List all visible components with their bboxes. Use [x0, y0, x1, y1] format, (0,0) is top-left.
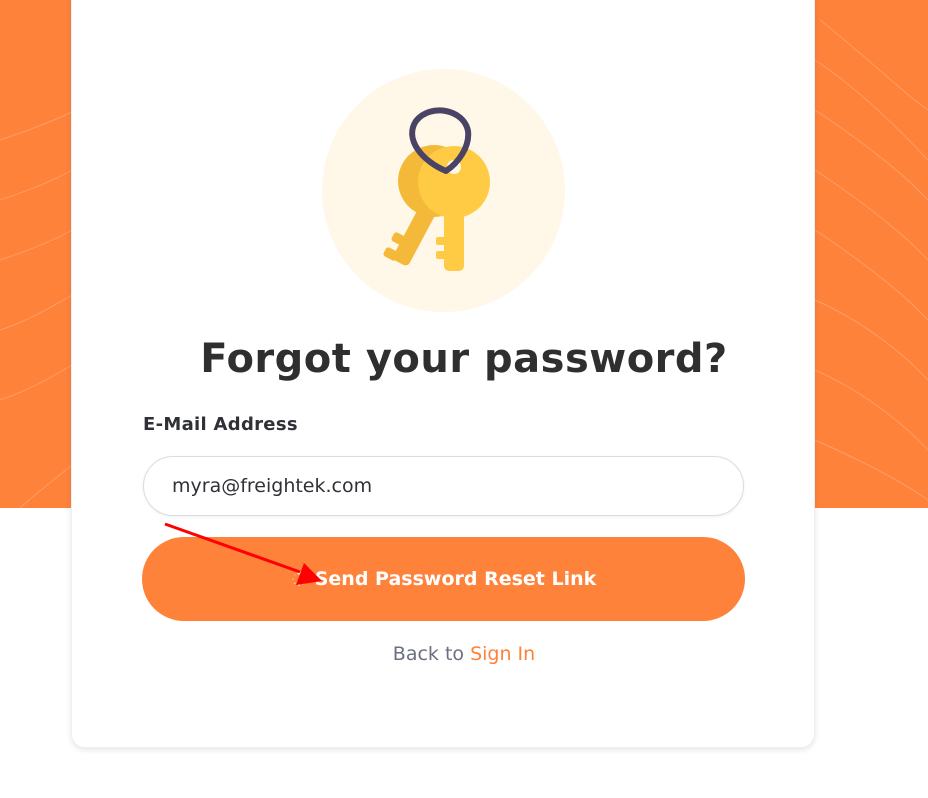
spinner-icon: [291, 571, 307, 587]
submit-button-label: Send Password Reset Link: [314, 568, 597, 590]
email-field[interactable]: [143, 456, 744, 516]
email-label: E-Mail Address: [143, 414, 298, 435]
back-text: Back to: [392, 643, 465, 665]
keys-illustration: [322, 69, 565, 312]
page-title: Forgot your password?: [200, 336, 728, 382]
sign-in-link[interactable]: Sign In: [470, 643, 535, 665]
submit-button[interactable]: Send Password Reset Link: [142, 537, 745, 621]
keys-icon: [383, 107, 490, 271]
back-to-sign-in: Back to Sign In: [0, 643, 928, 665]
